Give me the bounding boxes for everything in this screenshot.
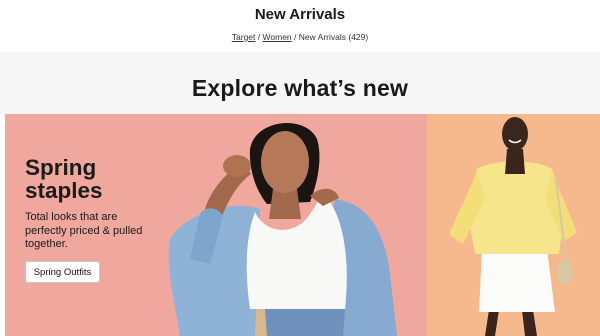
- breadcrumb-link-women[interactable]: Women: [263, 32, 292, 42]
- breadcrumb: Target / Women / New Arrivals (429): [0, 32, 600, 42]
- breadcrumb-separator: /: [257, 32, 261, 42]
- explore-heading: Explore what’s new: [191, 75, 409, 101]
- page-title: New Arrivals: [254, 6, 346, 23]
- breadcrumb-current: New Arrivals (429): [298, 32, 369, 42]
- promo-title-text: Spring staples: [25, 155, 103, 203]
- spring-outfits-button[interactable]: Spring Outfits: [25, 261, 100, 283]
- promo-title: Spring staples: [25, 156, 115, 202]
- secondary-banner[interactable]: [427, 114, 600, 336]
- breadcrumb-link-target[interactable]: Target: [232, 32, 256, 42]
- breadcrumb-separator: /: [294, 32, 297, 42]
- model-image-2: [449, 117, 577, 336]
- promo-description: Total looks that are perfectly priced & …: [25, 211, 143, 250]
